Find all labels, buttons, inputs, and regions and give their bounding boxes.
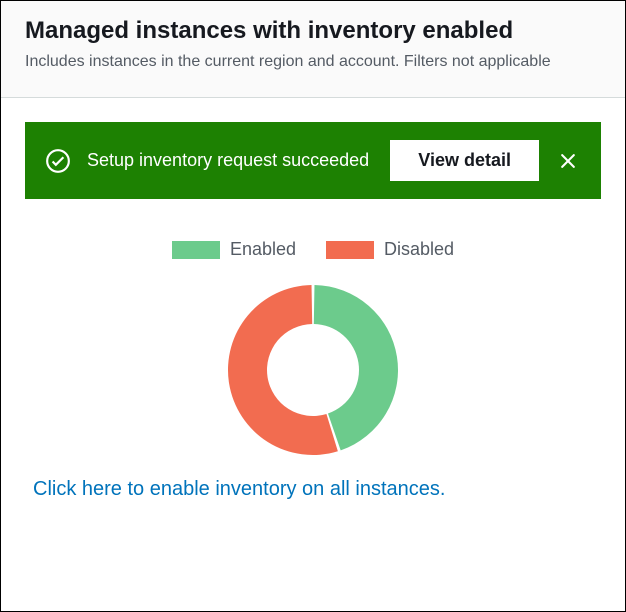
page-title: Managed instances with inventory enabled <box>25 17 601 45</box>
enable-all-link[interactable]: Click here to enable inventory on all in… <box>33 478 445 500</box>
legend-label-disabled: Disabled <box>384 239 454 260</box>
success-alert: Setup inventory request succeeded View d… <box>25 122 601 199</box>
check-circle-icon <box>45 148 71 174</box>
legend-item-disabled: Disabled <box>326 239 454 260</box>
link-row: Click here to enable inventory on all in… <box>25 478 601 501</box>
chart-legend: Enabled Disabled <box>172 239 454 260</box>
donut-chart <box>223 280 403 460</box>
view-detail-button[interactable]: View detail <box>390 140 539 181</box>
legend-swatch-enabled <box>172 241 220 259</box>
legend-label-enabled: Enabled <box>230 239 296 260</box>
legend-item-enabled: Enabled <box>172 239 296 260</box>
alert-message: Setup inventory request succeeded <box>87 148 374 173</box>
close-icon[interactable] <box>555 148 581 174</box>
inventory-panel: Managed instances with inventory enabled… <box>0 0 626 612</box>
panel-content: Setup inventory request succeeded View d… <box>1 98 625 525</box>
page-subtitle: Includes instances in the current region… <box>25 51 601 73</box>
legend-swatch-disabled <box>326 241 374 259</box>
chart-area: Enabled Disabled <box>25 239 601 460</box>
panel-header: Managed instances with inventory enabled… <box>1 1 625 98</box>
